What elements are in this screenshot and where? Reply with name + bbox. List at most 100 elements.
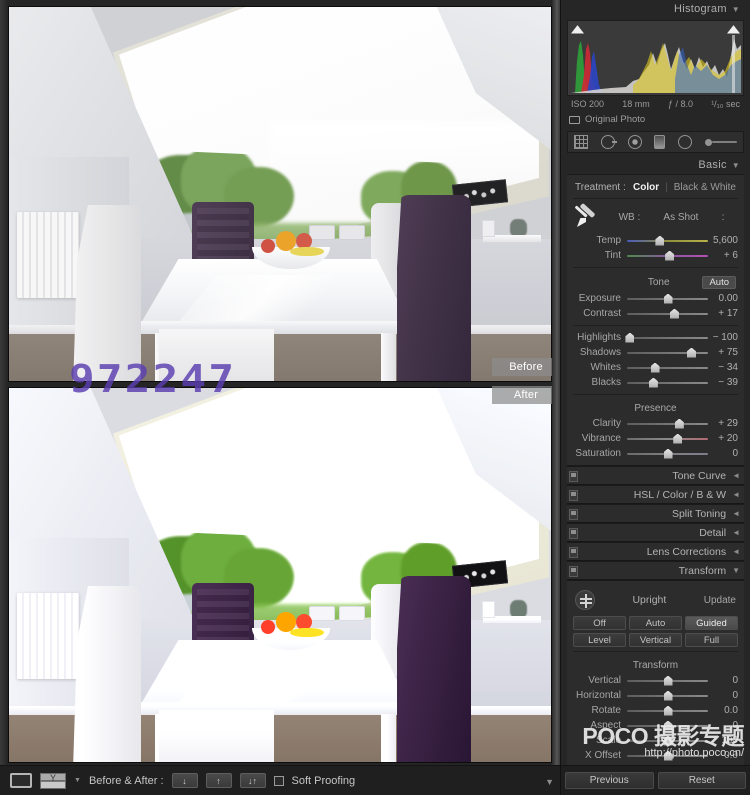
panel-switch-icon[interactable] <box>569 547 578 558</box>
original-photo-row[interactable]: Original Photo <box>567 109 744 131</box>
slider-track[interactable] <box>627 377 708 388</box>
radial-filter-icon[interactable] <box>678 135 693 149</box>
slider-vibrance[interactable]: Vibrance + 20 <box>573 431 738 446</box>
spot-removal-icon[interactable] <box>600 135 617 149</box>
right-panel-edge[interactable] <box>552 0 560 765</box>
panel-hsl-color-bw[interactable]: HSL / Color / B & W ◄ <box>567 485 744 504</box>
upright-auto-button[interactable]: Auto <box>629 616 682 630</box>
slider-track[interactable] <box>627 735 708 746</box>
panel-split-toning[interactable]: Split Toning ◄ <box>567 504 744 523</box>
treatment-color-option[interactable]: Color <box>633 182 659 193</box>
upright-guided-button[interactable]: Guided <box>685 616 738 630</box>
white-balance-selector-icon[interactable] <box>575 205 601 229</box>
chevron-down-icon[interactable]: ▼ <box>732 161 740 170</box>
slider-track[interactable] <box>627 308 708 319</box>
loupe-view-icon[interactable] <box>10 773 32 788</box>
slider-tint[interactable]: Tint + 6 <box>573 248 738 263</box>
panel-transform-header[interactable]: Transform ▼ <box>567 561 744 580</box>
crop-overlay-icon[interactable] <box>574 135 588 149</box>
slider-track[interactable] <box>627 235 708 246</box>
before-after-split-icon[interactable] <box>40 772 66 789</box>
left-panel-edge[interactable] <box>0 0 6 765</box>
slider-knob[interactable] <box>663 675 673 686</box>
slider-track[interactable] <box>627 347 708 358</box>
wb-value[interactable]: As Shot <box>663 212 698 223</box>
upright-off-button[interactable]: Off <box>573 616 626 630</box>
upright-crosshair-icon[interactable] <box>575 590 595 610</box>
chevron-down-icon[interactable]: ▼ <box>74 777 81 784</box>
slider-knob[interactable] <box>674 418 684 429</box>
slider-highlights[interactable]: Highlights − 100 <box>573 330 738 345</box>
upright-update-button[interactable]: Update <box>704 595 736 606</box>
after-photo[interactable] <box>8 387 552 763</box>
slider-track[interactable] <box>627 690 708 701</box>
slider-whites[interactable]: Whites − 34 <box>573 360 738 375</box>
slider-knob[interactable] <box>655 235 665 246</box>
chevron-left-icon[interactable]: ◄ <box>732 471 740 480</box>
slider-track[interactable] <box>627 362 708 373</box>
slider-track[interactable] <box>627 250 708 261</box>
slider-knob[interactable] <box>663 705 673 716</box>
panel-switch-icon[interactable] <box>569 528 578 539</box>
shadow-clipping-icon[interactable] <box>571 25 584 34</box>
adjustment-brush-icon[interactable] <box>704 135 737 149</box>
upright-vertical-button[interactable]: Vertical <box>629 633 682 647</box>
auto-tone-button[interactable]: Auto <box>702 276 736 289</box>
slider-blacks[interactable]: Blacks − 39 <box>573 375 738 390</box>
slider-knob[interactable] <box>669 308 679 319</box>
slider-track[interactable] <box>627 433 708 444</box>
histogram-graph[interactable] <box>567 20 744 96</box>
swap-before-after-icon[interactable]: ↓↑ <box>239 773 266 788</box>
chevron-down-icon[interactable]: ▼ <box>732 5 740 14</box>
before-photo[interactable] <box>8 6 552 382</box>
copy-before-to-after-icon[interactable]: ↑ <box>205 773 232 788</box>
slider-knob[interactable] <box>648 377 658 388</box>
upright-full-button[interactable]: Full <box>685 633 738 647</box>
slider-knob[interactable] <box>663 735 673 746</box>
slider-exposure[interactable]: Exposure 0.00 <box>573 291 738 306</box>
slider-knob[interactable] <box>663 448 673 459</box>
slider-track[interactable] <box>625 332 708 343</box>
slider-saturation[interactable]: Saturation 0 <box>573 446 738 461</box>
panel-detail[interactable]: Detail ◄ <box>567 523 744 542</box>
upright-level-button[interactable]: Level <box>573 633 626 647</box>
slider-temp[interactable]: Temp 5,600 <box>573 233 738 248</box>
previous-button[interactable]: Previous <box>565 772 654 789</box>
basic-header[interactable]: Basic ▼ <box>567 156 744 174</box>
graduated-filter-icon[interactable] <box>654 135 666 149</box>
slider-transform-scale[interactable]: Scale 100 <box>573 733 738 748</box>
slider-shadows[interactable]: Shadows + 75 <box>573 345 738 360</box>
slider-knob[interactable] <box>663 690 673 701</box>
chevron-left-icon[interactable]: ◄ <box>732 490 740 499</box>
slider-knob[interactable] <box>665 250 675 261</box>
chevron-left-icon[interactable]: ◄ <box>732 509 740 518</box>
panel-tone-curve[interactable]: Tone Curve ◄ <box>567 466 744 485</box>
slider-track[interactable] <box>627 293 708 304</box>
panel-switch-icon[interactable] <box>569 566 578 577</box>
slider-knob[interactable] <box>673 433 683 444</box>
slider-track[interactable] <box>627 720 708 731</box>
slider-track[interactable] <box>627 750 708 761</box>
slider-knob[interactable] <box>686 347 696 358</box>
slider-knob[interactable] <box>625 332 635 343</box>
panel-switch-icon[interactable] <box>569 509 578 520</box>
slider-contrast[interactable]: Contrast + 17 <box>573 306 738 321</box>
slider-transform-horizontal[interactable]: Horizontal 0 <box>573 688 738 703</box>
slider-knob[interactable] <box>663 750 673 761</box>
wb-caret[interactable]: : <box>722 212 725 223</box>
slider-track[interactable] <box>627 705 708 716</box>
slider-track[interactable] <box>627 675 708 686</box>
slider-transform-rotate[interactable]: Rotate 0.0 <box>573 703 738 718</box>
slider-knob[interactable] <box>663 293 673 304</box>
slider-track[interactable] <box>627 448 708 459</box>
panel-switch-icon[interactable] <box>569 490 578 501</box>
panel-lens-corrections[interactable]: Lens Corrections ◄ <box>567 542 744 561</box>
treatment-bw-option[interactable]: Black & White <box>674 182 736 193</box>
reset-button[interactable]: Reset <box>657 772 746 789</box>
chevron-left-icon[interactable]: ◄ <box>732 528 740 537</box>
chevron-left-icon[interactable]: ◄ <box>732 547 740 556</box>
slider-transform-aspect[interactable]: Aspect 0 <box>573 718 738 733</box>
histogram-header[interactable]: Histogram ▼ <box>567 0 744 18</box>
chevron-down-icon[interactable]: ▼ <box>732 566 740 575</box>
slider-knob[interactable] <box>650 362 660 373</box>
